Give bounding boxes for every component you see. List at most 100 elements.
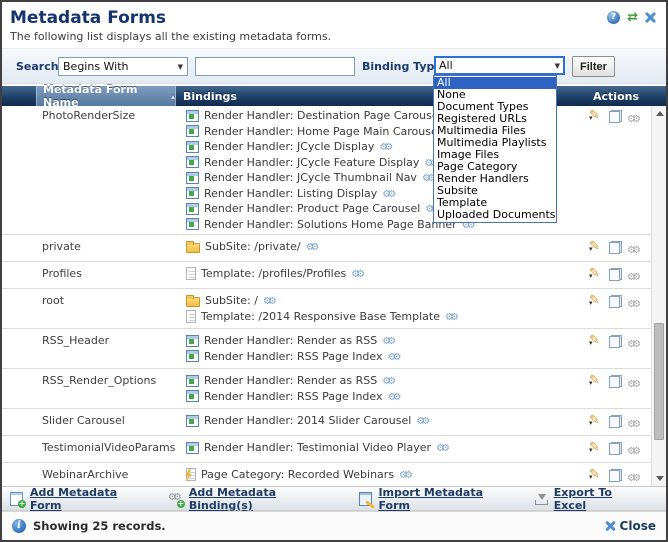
record-count-status: Showing 25 records. [33,519,166,533]
gears-icon[interactable] [388,390,405,403]
bindings-cell: Render Handler: Testimonial Video Player [176,440,589,458]
scrollbar-thumb[interactable] [654,323,664,441]
binding-label: Render Handler: Destination Page Carouse… [204,109,442,122]
row-actions [589,413,651,431]
close-icon[interactable] [645,12,656,23]
edit-icon[interactable] [589,374,604,387]
binding-item: Render Handler: Render as RSS [186,333,589,349]
gears-icon[interactable] [388,350,405,363]
toolbar-add-binding[interactable]: Add Metadata Binding(s) [169,486,335,512]
copy-icon[interactable] [609,295,622,308]
binding-type-value: All [439,59,453,72]
delete-icon[interactable] [627,415,644,431]
sort-ascending-icon [171,92,175,101]
gears-icon[interactable] [351,267,368,280]
filter-button[interactable]: Filter [572,56,615,77]
delete-icon[interactable] [627,295,644,311]
binding-label: Render Handler: RSS Page Index [204,350,383,363]
copy-icon[interactable] [609,110,622,123]
binding-type-option[interactable]: Uploaded Documents [434,209,556,221]
table-row: RSS_Render_OptionsRender Handler: Render… [2,369,651,409]
toolbar-label: Import Metadata Form [378,486,509,512]
delete-icon[interactable] [627,241,644,257]
titlebar-icons [607,11,656,24]
scroll-up-button[interactable] [652,106,666,121]
binding-label: SubSite: / [205,294,258,307]
copy-icon[interactable] [609,415,622,428]
refresh-icon[interactable] [627,11,638,24]
edit-icon[interactable] [589,240,604,253]
delete-icon[interactable] [627,110,644,126]
toolbar-export-excel[interactable]: Export To Excel [534,486,642,512]
binding-label: Page Category: Recorded Webinars [201,468,394,481]
edit-icon[interactable] [589,441,604,454]
filter-bar: Search: Begins With Binding Type: All Fi… [2,48,666,84]
delete-icon[interactable] [627,375,644,391]
gears-icon[interactable] [436,441,453,454]
table-row: WebinarArchivePage Category: Recorded We… [2,463,651,486]
search-input[interactable] [195,57,355,76]
delete-icon[interactable] [627,268,644,284]
render-handler-icon [186,350,199,362]
binding-label: Render Handler: Solutions Home Page Bann… [204,218,457,231]
help-icon[interactable] [607,11,620,24]
binding-label: Template: /profiles/Profiles [201,267,346,280]
gears-icon[interactable] [399,468,416,481]
gears-icon[interactable] [416,414,433,427]
edit-icon[interactable] [589,267,604,280]
gears-icon[interactable] [306,240,323,253]
binding-item: SubSite: / [186,293,589,309]
copy-icon[interactable] [609,335,622,348]
render-handler-icon [186,415,199,427]
delete-icon[interactable] [627,469,644,485]
export-excel-icon [534,492,549,506]
gears-icon[interactable] [379,140,396,153]
column-header-actions: Actions [589,90,666,103]
copy-icon[interactable] [609,469,622,482]
metadata-form-name: Profiles [2,266,176,284]
edit-icon[interactable] [589,468,604,481]
toolbar-add-form[interactable]: Add Metadata Form [10,486,145,512]
table-row: privateSubSite: /private/ [2,235,651,262]
table-row: Profiles Template: /profiles/Profiles [2,262,651,289]
bindings-cell: Page Category: Recorded Webinars [176,467,589,485]
binding-label: Render Handler: RSS Page Index [204,390,383,403]
edit-icon[interactable] [589,294,604,307]
binding-item: Render Handler: Testimonial Video Player [186,440,589,456]
binding-label: Render Handler: Product Page Carousel [204,202,420,215]
column-header-metadata-form-name[interactable]: Metadata Form Name [36,86,176,106]
title-bar: Metadata Forms The following list displa… [2,2,666,48]
scroll-down-button[interactable] [652,471,666,486]
gears-icon[interactable] [382,374,399,387]
edit-icon[interactable] [589,334,604,347]
gears-icon[interactable] [382,334,399,347]
delete-icon[interactable] [627,442,644,458]
gears-icon[interactable] [263,294,280,307]
search-operator-value: Begins With [63,60,129,73]
copy-icon[interactable] [609,442,622,455]
render-handler-icon [186,203,199,215]
render-handler-icon [186,172,199,184]
binding-type-select[interactable]: All [434,56,565,75]
binding-label: Template: /2014 Responsive Base Template [201,310,440,323]
copy-icon[interactable] [609,375,622,388]
binding-item: Render Handler: RSS Page Index [186,349,589,365]
edit-icon[interactable] [589,414,604,427]
subsite-folder-icon [186,297,200,307]
row-actions [589,266,651,284]
edit-icon[interactable] [589,109,604,122]
gears-icon[interactable] [382,187,399,200]
chevron-down-icon [178,63,183,71]
gears-icon[interactable] [445,310,462,323]
delete-icon[interactable] [627,335,644,351]
vertical-scrollbar[interactable] [651,106,666,486]
copy-icon[interactable] [609,241,622,254]
binding-item: SubSite: /private/ [186,239,589,255]
table-row: rootSubSite: /Template: /2014 Responsive… [2,289,651,329]
close-button[interactable]: Close [605,519,656,533]
bindings-cell: Template: /profiles/Profiles [176,266,589,284]
copy-icon[interactable] [609,268,622,281]
toolbar-import-form[interactable]: Import Metadata Form [358,486,509,512]
page-category-icon [186,468,196,481]
search-operator-select[interactable]: Begins With [58,57,188,76]
